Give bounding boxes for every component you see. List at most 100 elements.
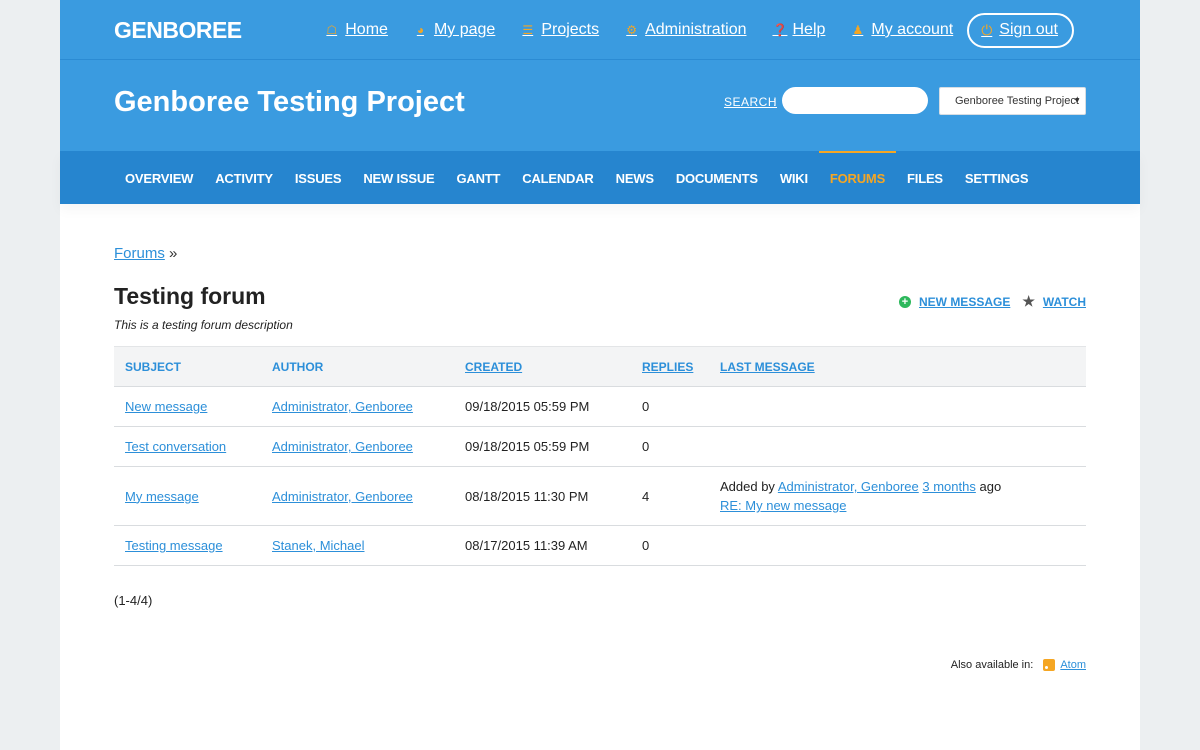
search-input[interactable] bbox=[782, 87, 928, 114]
message-author-link[interactable]: Administrator, Genboree bbox=[272, 439, 413, 454]
last-message-info: Added by Administrator, Genboree 3 month… bbox=[720, 479, 1086, 494]
star-icon: ★ bbox=[1022, 293, 1035, 309]
other-formats-label: Also available in: bbox=[950, 659, 1034, 671]
col-last-message-label: LAST MESSAGE bbox=[720, 359, 815, 374]
sign-out-label: Sign out bbox=[999, 21, 1058, 38]
message-author-link[interactable]: Stanek, Michael bbox=[272, 538, 365, 553]
topnav-projects[interactable]: ☰ Projects bbox=[521, 21, 599, 39]
message-subject-link[interactable]: My message bbox=[125, 489, 199, 504]
messages-table: SUBJECT AUTHOR CREATED REPLIES LAST MESS… bbox=[114, 346, 1086, 566]
col-created[interactable]: CREATED bbox=[454, 347, 631, 387]
atom-feed-link[interactable]: Atom bbox=[1060, 659, 1086, 671]
pagination-info: (1-4/4) bbox=[114, 593, 153, 608]
message-created: 08/17/2015 11:39 AM bbox=[454, 525, 631, 566]
col-replies[interactable]: REPLIES bbox=[631, 347, 709, 387]
page: GENBOREE ☖ Home ◕ My page ☰ Projects ⚙ A… bbox=[60, 0, 1140, 750]
table-header-row: SUBJECT AUTHOR CREATED REPLIES LAST MESS… bbox=[114, 346, 1086, 387]
table-row: Test conversation Administrator, Genbore… bbox=[114, 426, 1086, 467]
col-replies-label: REPLIES bbox=[642, 359, 694, 374]
topnav-my-page-label: My page bbox=[433, 21, 496, 38]
rss-icon bbox=[1043, 659, 1056, 671]
tab-wiki[interactable]: WIKI bbox=[769, 151, 819, 204]
topnav-home-label: Home bbox=[345, 21, 388, 38]
breadcrumb-separator: » bbox=[169, 245, 178, 262]
project-title: Genboree Testing Project bbox=[114, 86, 465, 118]
power-icon: ⏻ bbox=[981, 21, 993, 38]
topnav-projects-label: Projects bbox=[541, 21, 600, 38]
message-created: 09/18/2015 05:59 PM bbox=[454, 386, 631, 427]
tab-issues[interactable]: ISSUES bbox=[284, 151, 352, 204]
tab-new-issue[interactable]: NEW ISSUE bbox=[352, 151, 445, 204]
message-subject-link[interactable]: Testing message bbox=[125, 538, 223, 553]
message-last: Added by Administrator, Genboree 3 month… bbox=[709, 466, 1086, 526]
page-title: Testing forum bbox=[114, 283, 266, 309]
table-row: Testing message Stanek, Michael 08/17/20… bbox=[114, 525, 1086, 566]
topnav-home[interactable]: ☖ Home bbox=[325, 21, 388, 39]
user-icon: ♟ bbox=[852, 23, 864, 37]
last-message-prefix: Added by bbox=[720, 479, 775, 494]
last-message-suffix: ago bbox=[979, 479, 1002, 494]
tab-files[interactable]: FILES bbox=[896, 151, 954, 204]
message-author-link[interactable]: Administrator, Genboree bbox=[272, 489, 413, 504]
message-created: 08/18/2015 11:30 PM bbox=[454, 466, 631, 526]
main-menu: OVERVIEW ACTIVITY ISSUES NEW ISSUE GANTT… bbox=[60, 151, 1140, 204]
message-last bbox=[709, 426, 1086, 467]
tab-forums[interactable]: FORUMS bbox=[818, 151, 897, 204]
last-message-link-wrap: RE: My new message bbox=[720, 498, 1086, 513]
project-header: Genboree Testing Project SEARCH : Genbor… bbox=[60, 60, 1140, 151]
add-icon: + bbox=[898, 295, 911, 308]
message-subject-link[interactable]: New message bbox=[125, 399, 207, 414]
tab-activity[interactable]: ACTIVITY bbox=[204, 151, 284, 204]
topnav-my-account-label: My account bbox=[871, 21, 954, 38]
main-content: Forums » Testing forum This is a testing… bbox=[114, 245, 1086, 671]
topnav-administration-label: Administration bbox=[645, 21, 747, 38]
sign-out-button[interactable]: ⏻ Sign out bbox=[967, 12, 1074, 48]
col-subject: SUBJECT bbox=[125, 359, 182, 374]
message-last bbox=[709, 386, 1086, 427]
project-jump-select[interactable]: Genboree Testing Project ▼ bbox=[939, 87, 1086, 115]
gear-icon: ⚙ bbox=[626, 23, 637, 37]
col-created-label: CREATED bbox=[465, 359, 523, 374]
breadcrumb-forums-link[interactable]: Forums bbox=[114, 245, 165, 262]
message-replies: 0 bbox=[631, 386, 709, 427]
logo[interactable]: GENBOREE bbox=[114, 17, 242, 44]
tab-documents[interactable]: DOCUMENTS bbox=[665, 151, 769, 204]
col-last-message[interactable]: LAST MESSAGE bbox=[709, 347, 1086, 387]
last-message-time-link[interactable]: 3 months bbox=[922, 479, 975, 494]
search-label-colon: : bbox=[773, 94, 777, 109]
table-row: My message Administrator, Genboree 08/18… bbox=[114, 466, 1086, 526]
tab-overview[interactable]: OVERVIEW bbox=[114, 151, 204, 204]
chevron-down-icon: ▼ bbox=[1073, 96, 1081, 105]
topnav-help-label: Help bbox=[792, 21, 826, 38]
help-icon: ❓ bbox=[772, 23, 788, 37]
new-message-button[interactable]: NEW MESSAGE bbox=[919, 295, 1010, 309]
message-last bbox=[709, 525, 1086, 566]
message-replies: 0 bbox=[631, 525, 709, 566]
topnav-administration[interactable]: ⚙ Administration bbox=[625, 21, 746, 39]
home-icon: ☖ bbox=[326, 23, 338, 37]
dashboard-icon: ◕ bbox=[416, 23, 425, 37]
tab-news[interactable]: NEWS bbox=[605, 151, 665, 204]
message-author-link[interactable]: Administrator, Genboree bbox=[272, 399, 413, 414]
tab-settings[interactable]: SETTINGS bbox=[954, 151, 1039, 204]
top-bar: GENBOREE ☖ Home ◕ My page ☰ Projects ⚙ A… bbox=[60, 0, 1140, 60]
last-message-author-link[interactable]: Administrator, Genboree bbox=[778, 479, 919, 494]
search-label[interactable]: SEARCH bbox=[724, 95, 777, 109]
watch-button[interactable]: WATCH bbox=[1043, 295, 1086, 309]
table-row: New message Administrator, Genboree 09/1… bbox=[114, 386, 1086, 427]
project-select-value: Genboree Testing Project bbox=[955, 95, 1079, 107]
list-icon: ☰ bbox=[522, 23, 534, 37]
forum-description: This is a testing forum description bbox=[114, 318, 293, 332]
last-message-link[interactable]: RE: My new message bbox=[720, 498, 846, 513]
topnav-help[interactable]: ❓ Help bbox=[772, 21, 825, 39]
tab-calendar[interactable]: CALENDAR bbox=[511, 151, 604, 204]
other-formats: Also available in: Atom bbox=[951, 659, 1086, 671]
topnav-my-page[interactable]: ◕ My page bbox=[414, 21, 496, 39]
message-created: 09/18/2015 05:59 PM bbox=[454, 426, 631, 467]
message-replies: 0 bbox=[631, 426, 709, 467]
breadcrumb: Forums » bbox=[114, 245, 1086, 262]
message-subject-link[interactable]: Test conversation bbox=[125, 439, 226, 454]
message-replies: 4 bbox=[631, 466, 709, 526]
topnav-my-account[interactable]: ♟ My account bbox=[851, 21, 954, 39]
tab-gantt[interactable]: GANTT bbox=[446, 151, 512, 204]
